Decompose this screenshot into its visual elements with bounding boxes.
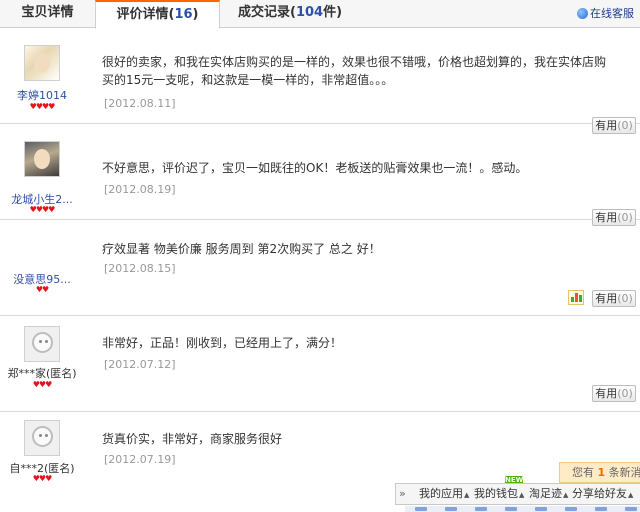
review-date: [2012.07.12] — [104, 358, 176, 371]
avatar-photo — [34, 149, 50, 169]
review-date: [2012.08.15] — [104, 262, 176, 275]
toolbar-item-footprint[interactable]: 淘足迹▲ — [529, 484, 569, 504]
tab-item-details[interactable]: 宝贝详情 — [0, 0, 95, 28]
toolbar-item-my-wallet[interactable]: 我的钱包▲ — [474, 484, 525, 504]
avatar[interactable] — [24, 45, 60, 81]
tab-records-count: 104 — [295, 5, 324, 20]
caret-up-icon: ▲ — [464, 491, 470, 499]
bottom-toolbar: » 我的应用▲ 我的钱包▲ 淘足迹▲ 分享给好友▲ — [395, 483, 640, 505]
review-date: [2012.08.19] — [104, 183, 176, 196]
caret-up-icon: ▲ — [519, 491, 525, 499]
toolbar-item-share[interactable]: 分享给好友▲ — [572, 484, 634, 504]
online-service-label: 在线客服 — [590, 7, 634, 20]
toolbar-item-label: 淘足迹 — [529, 487, 562, 500]
tab-item-records[interactable]: 成交记录(104件) — [220, 0, 360, 28]
useful-button[interactable]: 有用(0) — [592, 290, 636, 307]
caret-up-icon: ▲ — [563, 491, 569, 499]
headset-icon — [577, 8, 588, 19]
review-text: 很好的卖家，和我在实体店购买的是一样的，效果也很不错哦，价格也超划算的，我在实体… — [102, 55, 607, 87]
tab-item-reviews[interactable]: 评价详情(16) — [95, 0, 220, 29]
useful-button[interactable]: 有用(0) — [592, 385, 636, 402]
reviewer-name: 郑***家(匿名) — [7, 367, 77, 380]
review-item: 李婷1014 ♥♥♥♥ 很好的卖家，和我在实体店购买的是一样的，效果也很不错哦，… — [0, 28, 640, 134]
loading-strip — [405, 506, 640, 512]
avatar[interactable] — [24, 420, 60, 456]
rating-hearts: ♥♥♥♥ — [29, 102, 56, 111]
rating-hearts: ♥♥ — [35, 285, 49, 294]
toolbar-item-label: 我的钱包 — [474, 487, 518, 500]
chart-icon[interactable] — [568, 290, 584, 305]
review-text: 非常好，正品！刚收到，已经用上了，满分！ — [102, 336, 343, 350]
tab-reviews-count: 16 — [174, 7, 193, 22]
avatar-photo — [34, 53, 50, 73]
reviewer-name[interactable]: 李婷1014 — [0, 87, 84, 103]
notice-suffix: 条新消息 — [608, 466, 640, 479]
tab-reviews-label: 评价详情 — [116, 7, 169, 22]
review-item: 没意思95... ♥♥ 疗效显著 物美价廉 服务周到 第2次购买了 总之 好！ … — [0, 220, 640, 316]
useful-label: 有用 — [595, 292, 618, 305]
review-item: 郑***家(匿名) ♥♥♥ 非常好，正品！刚收到，已经用上了，满分！ [2012… — [0, 316, 640, 412]
useful-label: 有用 — [595, 387, 618, 400]
toolbar-item-label: 分享给好友 — [572, 487, 627, 500]
toolbar-item-label: 我的应用 — [419, 487, 463, 500]
review-item: 龙城小生2... ♥♥♥♥ 不好意思，评价迟了，宝贝一如既往的OK！老板送的贴膏… — [0, 124, 640, 226]
collapse-toolbar-button[interactable]: » — [399, 484, 406, 504]
notice-prefix: 您有 — [572, 466, 594, 479]
review-list: 李婷1014 ♥♥♥♥ 很好的卖家，和我在实体店购买的是一样的，效果也很不错哦，… — [0, 28, 640, 508]
tab-details-label: 宝贝详情 — [21, 5, 74, 20]
rating-hearts: ♥♥♥ — [32, 474, 53, 483]
tab-reviews-close: ) — [192, 7, 199, 22]
review-text: 不好意思，评价迟了，宝贝一如既往的OK！老板送的贴膏效果也一流！。感动。 — [102, 161, 528, 175]
caret-up-icon: ▲ — [628, 491, 634, 499]
toolbar-item-my-apps[interactable]: 我的应用▲ — [419, 484, 470, 504]
useful-count: (0) — [617, 387, 633, 400]
tab-bar: 宝贝详情 评价详情(16) 成交记录(104件) 在线客服 — [0, 0, 640, 29]
online-service-link[interactable]: 在线客服 — [577, 5, 634, 21]
avatar[interactable] — [24, 141, 60, 177]
rating-hearts: ♥♥♥♥ — [29, 205, 56, 214]
anonymous-avatar-icon — [32, 332, 53, 353]
tab-records-close: 件) — [323, 5, 343, 20]
notice-count: 1 — [597, 466, 606, 479]
rating-hearts: ♥♥♥ — [32, 380, 53, 389]
review-text: 疗效显著 物美价廉 服务周到 第2次购买了 总之 好！ — [102, 242, 381, 256]
anonymous-avatar-icon — [32, 426, 53, 447]
review-date: [2012.08.11] — [104, 97, 176, 110]
avatar[interactable] — [24, 326, 60, 362]
review-text: 货真价实，非常好，商家服务很好 — [102, 432, 283, 446]
tab-records-label: 成交记录 — [237, 5, 290, 20]
new-message-notice[interactable]: 您有 1 条新消息 — [559, 462, 640, 483]
useful-count: (0) — [617, 292, 633, 305]
review-date: [2012.07.19] — [104, 453, 176, 466]
